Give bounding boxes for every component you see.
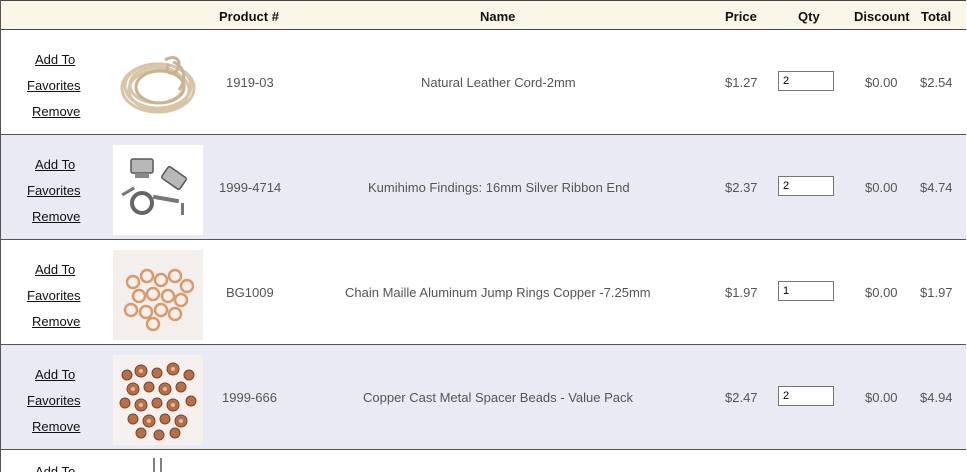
remove-link[interactable]: Remove xyxy=(27,309,87,335)
header-product-num: Product # xyxy=(219,9,279,24)
favorites-link[interactable]: Favorites xyxy=(27,73,87,99)
add-to-favorites-link[interactable]: Add To xyxy=(35,464,75,472)
header-total: Total xyxy=(921,9,952,24)
product-discount: $0.00 xyxy=(865,285,898,300)
quantity-input[interactable] xyxy=(778,71,834,91)
header-name: Name xyxy=(480,9,516,24)
favorites-link[interactable]: Favorites xyxy=(27,178,87,204)
cart-row: Add To Favorites Remove 1999-4714 Kumihi… xyxy=(1,135,966,240)
add-to-favorites-link[interactable]: Add To xyxy=(27,257,87,283)
product-price: $1.97 xyxy=(725,285,758,300)
row-actions: Add To Favorites Remove xyxy=(27,362,87,440)
quantity-input[interactable] xyxy=(778,176,834,196)
product-thumbnail-partial xyxy=(153,458,162,472)
product-discount: $0.00 xyxy=(865,180,898,195)
product-price: $1.27 xyxy=(725,75,758,90)
product-number: BG1009 xyxy=(226,285,274,300)
product-discount: $0.00 xyxy=(865,75,898,90)
product-name: Kumihimo Findings: 16mm Silver Ribbon En… xyxy=(368,180,630,195)
cart-row: Add To Favorites Remove BG1009 Chain Mai… xyxy=(1,240,966,345)
leather-cord-image[interactable] xyxy=(113,40,203,130)
cart-row: Add To Favorites Remove 1999-666 Copper … xyxy=(1,345,966,450)
silver-findings-image[interactable] xyxy=(113,145,203,235)
product-total: $4.94 xyxy=(920,390,953,405)
favorites-link[interactable]: Favorites xyxy=(27,283,87,309)
header-discount: Discount xyxy=(854,9,910,24)
row-actions: Add To Favorites Remove xyxy=(27,152,87,230)
product-total: $4.74 xyxy=(920,180,953,195)
favorites-link[interactable]: Favorites xyxy=(27,388,87,414)
product-discount: $0.00 xyxy=(865,390,898,405)
remove-link[interactable]: Remove xyxy=(27,99,87,125)
remove-link[interactable]: Remove xyxy=(27,414,87,440)
cart-row-partial: Add To xyxy=(1,450,966,472)
product-name: Chain Maille Aluminum Jump Rings Copper … xyxy=(345,285,651,300)
product-number: 1999-666 xyxy=(222,390,277,405)
remove-link[interactable]: Remove xyxy=(27,204,87,230)
product-total: $1.97 xyxy=(920,285,953,300)
copper-spacer-beads-image[interactable] xyxy=(113,355,203,445)
quantity-input[interactable] xyxy=(778,386,834,406)
cart-table: Product # Name Price Qty Discount Total … xyxy=(0,0,966,472)
product-price: $2.37 xyxy=(725,180,758,195)
product-total: $2.54 xyxy=(920,75,953,90)
product-name: Natural Leather Cord-2mm xyxy=(421,75,576,90)
product-price: $2.47 xyxy=(725,390,758,405)
add-to-favorites-link[interactable]: Add To xyxy=(27,47,87,73)
header-qty: Qty xyxy=(798,9,820,24)
cart-row: Add To Favorites Remove 1919-03 Natural … xyxy=(1,30,966,135)
add-to-favorites-link[interactable]: Add To xyxy=(27,362,87,388)
product-number: 1999-4714 xyxy=(219,180,282,195)
add-to-favorites-link[interactable]: Add To xyxy=(27,152,87,178)
header-price: Price xyxy=(725,9,757,24)
quantity-input[interactable] xyxy=(778,281,834,301)
row-actions: Add To Favorites Remove xyxy=(27,47,87,125)
product-number: 1919-03 xyxy=(226,75,274,90)
row-actions: Add To Favorites Remove xyxy=(27,257,87,335)
product-name: Copper Cast Metal Spacer Beads - Value P… xyxy=(363,390,634,405)
cart-header: Product # Name Price Qty Discount Total xyxy=(1,0,966,30)
copper-jump-rings-image[interactable] xyxy=(113,250,203,340)
